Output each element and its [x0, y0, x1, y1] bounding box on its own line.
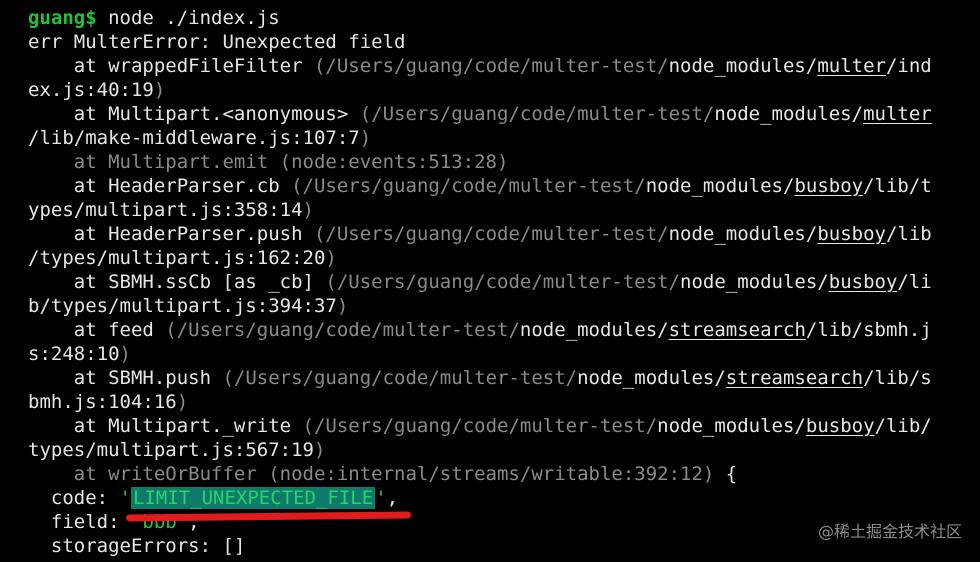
stack-node-modules: node_modules/ [577, 367, 726, 389]
stack-frame-name: at wrappedFileFilter [28, 55, 314, 77]
stack-line: at HeaderParser.push (/Users/guang/code/… [28, 222, 978, 246]
stack-close-paren: ) [119, 343, 131, 365]
stack-frame-name: at Multipart.<anonymous> [28, 103, 360, 125]
stack-line: at SBMH.push (/Users/guang/code/multer-t… [28, 366, 978, 390]
open-brace: { [714, 463, 738, 485]
stack-line-wrap: s:248:10) [28, 342, 978, 366]
stack-path-tail: /lib/t [863, 175, 932, 197]
shell-command: node ./index.js [96, 7, 280, 29]
code-value-highlighted: LIMIT_UNEXPECTED_FILE [130, 487, 376, 509]
watermark: @稀土掘金技术社区 [817, 522, 962, 541]
code-key: code: [28, 487, 120, 509]
stack-path-tail: /ind [885, 55, 932, 77]
stack-path-cont: ypes/multipart.js:358:14 [28, 199, 303, 221]
stack-line: at wrappedFileFilter (/Users/guang/code/… [28, 54, 978, 78]
shell-prompt: guang$ [28, 7, 97, 29]
comma: , [386, 487, 399, 509]
stack-path-cont: s:248:10 [28, 343, 120, 365]
stack-path: (/Users/guang/code/multer-test/ [359, 103, 715, 125]
stack-close-paren: ) [302, 199, 314, 221]
stack-line-wrap: /lib/make-middleware.js:107:7) [28, 126, 978, 150]
stack-node-modules: node_modules/ [668, 55, 818, 77]
stack-path: (/Users/guang/code/multer-test/ [313, 223, 669, 245]
stack-line: at SBMH.ssCb [as _cb] (/Users/guang/code… [28, 270, 978, 294]
stack-path-cont: /types/multipart.js:162:20 [28, 247, 326, 269]
prompt-line: guang$ node ./index.js [28, 6, 978, 30]
stack-line-wrap: bmh.js:104:16) [28, 390, 978, 414]
stack-module-name: busboy [828, 271, 898, 293]
stack-path: (/Users/guang/code/multer-test/ [302, 415, 658, 437]
terminal-output: guang$ node ./index.js err MulterError: … [28, 6, 978, 558]
stack-path: (/Users/guang/code/multer-test/ [313, 55, 669, 77]
stack-line-internal: at writeOrBuffer (node:internal/streams/… [28, 462, 978, 486]
stack-frame-name: at HeaderParser.push [28, 223, 314, 245]
stack-path-tail: /lib/sbmh.j [805, 319, 932, 341]
stack-path-cont: types/multipart.js:567:19 [28, 439, 314, 461]
stack-frame-name: at HeaderParser.cb [28, 175, 292, 197]
stack-path-tail: /lib [885, 223, 932, 245]
stack-internal-frame: at writeOrBuffer (node:internal/streams/… [28, 463, 715, 485]
stack-module-name: multer [863, 103, 932, 125]
stack-module-name: multer [817, 55, 886, 77]
stack-close-paren: ) [176, 391, 189, 413]
stack-module-name: busboy [817, 223, 886, 245]
stack-line-wrap: types/multipart.js:567:19) [28, 438, 978, 462]
stack-node-modules: node_modules/ [657, 415, 806, 437]
stack-module-name: busboy [805, 415, 875, 437]
stack-path-cont: bmh.js:104:16 [28, 391, 177, 413]
quote: ' [119, 487, 131, 509]
stack-path: (/Users/guang/code/multer-test/ [165, 319, 520, 341]
stack-line-wrap: ypes/multipart.js:358:14) [28, 198, 978, 222]
stack-node-modules: node_modules/ [680, 271, 829, 293]
stack-line: at Multipart._write (/Users/guang/code/m… [28, 414, 978, 438]
stack-path-tail: /li [897, 271, 932, 293]
stack-line: at feed (/Users/guang/code/multer-test/n… [28, 318, 978, 342]
stack-line-wrap: /types/multipart.js:162:20) [28, 246, 978, 270]
stack-close-paren: ) [153, 79, 166, 101]
stack-frame-name: at Multipart._write [28, 415, 303, 437]
quote: ' [375, 487, 387, 509]
stack-path: (/Users/guang/code/multer-test/ [291, 175, 646, 197]
stack-close-paren: ) [325, 247, 337, 269]
stack-close-paren: ) [359, 127, 372, 149]
stack-path-tail: /lib/ [874, 415, 932, 437]
stack-path-cont: b/types/multipart.js:394:37 [28, 295, 337, 317]
stack-path: (/Users/guang/code/multer-test/ [325, 271, 681, 293]
code-property: code: ' LIMIT_UNEXPECTED_FILE ', [28, 486, 978, 510]
stack-frame-name: at feed [28, 319, 166, 341]
stack-module-name: streamsearch [725, 367, 864, 389]
stack-close-paren: ) [336, 295, 349, 317]
stack-close-paren: ) [313, 439, 326, 461]
stack-line-internal: at Multipart.emit (node:events:513:28) [28, 151, 509, 173]
stack-line: at HeaderParser.cb (/Users/guang/code/mu… [28, 174, 978, 198]
stack-line-wrap: b/types/multipart.js:394:37) [28, 294, 978, 318]
stack-module-name: streamsearch [668, 319, 806, 341]
stack-module-name: busboy [794, 175, 864, 197]
stack-frame-name: at SBMH.push [28, 367, 223, 389]
stack-node-modules: node_modules/ [645, 175, 795, 197]
error-header: err MulterError: Unexpected field [28, 31, 406, 53]
stack-node-modules: node_modules/ [668, 223, 818, 245]
stack-frame-name: at SBMH.ssCb [as _cb] [28, 271, 326, 293]
stack-path: (/Users/guang/code/multer-test/ [222, 367, 578, 389]
stack-path-cont: /lib/make-middleware.js:107:7 [28, 127, 360, 149]
stack-node-modules: node_modules/ [714, 103, 864, 125]
stack-path-tail: /lib/s [863, 367, 932, 389]
stack-path-cont: ex.js:40:19 [28, 79, 154, 101]
stack-line-wrap: ex.js:40:19) [28, 78, 978, 102]
field-key: field: [28, 511, 131, 533]
stack-node-modules: node_modules/ [519, 319, 669, 341]
stack-line: at Multipart.<anonymous> (/Users/guang/c… [28, 102, 978, 126]
